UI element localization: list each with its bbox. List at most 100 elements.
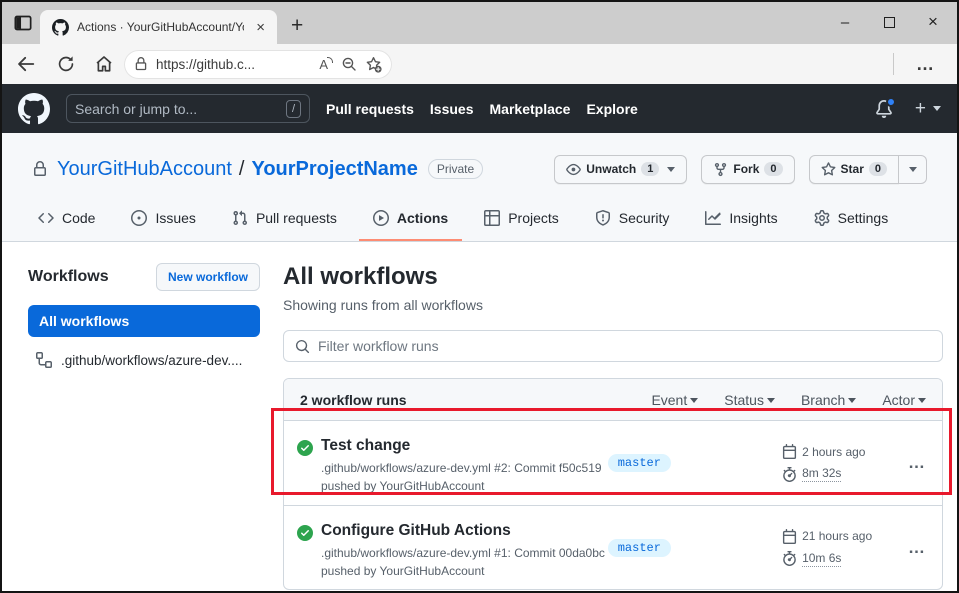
tab-code[interactable]: Code [24,204,109,241]
browser-toolbar: https://github.c... A … [2,44,957,84]
runs-table-header: 2 workflow runs Event Status Branch Acto… [284,379,942,421]
chevron-down-icon [933,106,941,111]
read-aloud-icon[interactable]: A [319,57,333,72]
create-new-menu[interactable]: + [915,98,941,120]
github-nav: Pull requests Issues Marketplace Explore [326,101,638,117]
tab-settings[interactable]: Settings [800,204,903,241]
maximize-button[interactable] [867,2,911,42]
tab-projects[interactable]: Projects [470,204,573,241]
refresh-icon[interactable] [56,55,76,73]
chevron-down-icon [667,167,675,172]
star-button-group: Star 0 [809,155,927,184]
new-workflow-button[interactable]: New workflow [156,263,260,291]
github-favicon-icon [52,19,69,36]
repo-social-actions: Unwatch 1 Fork 0 Star 0 [554,155,927,184]
search-icon [295,339,310,354]
page-title: All workflows [283,263,943,291]
run-duration: 8m 32s [802,466,841,482]
filter-actor-dropdown[interactable]: Actor [882,392,926,408]
workflow-runs-table: 2 workflow runs Event Status Branch Acto… [283,378,943,590]
run-description: .github/workflows/azure-dev.yml #1: Comm… [321,546,608,560]
repo-owner-link[interactable]: YourGitHubAccount [57,158,232,181]
star-dropdown-button[interactable] [899,155,927,184]
back-icon[interactable] [14,55,38,73]
stopwatch-icon [782,551,797,566]
tab-issues[interactable]: Issues [117,204,209,241]
star-button[interactable]: Star 0 [809,155,899,184]
nav-marketplace[interactable]: Marketplace [490,101,571,117]
project-table-icon [484,210,500,226]
workflows-main: All workflows Showing runs from all work… [283,263,943,590]
home-icon[interactable] [94,55,114,73]
chevron-down-icon [909,167,917,172]
page-content: Workflows New workflow All workflows .gi… [2,242,957,590]
workflows-sidebar: Workflows New workflow All workflows .gi… [2,263,260,590]
filter-workflow-runs-input[interactable] [318,338,931,354]
tab-actions-menu-icon[interactable] [14,14,32,32]
fork-icon [713,162,728,177]
new-tab-button[interactable]: + [291,15,303,36]
code-icon [38,210,54,226]
tab-close-icon[interactable]: × [252,19,269,36]
tab-insights[interactable]: Insights [691,204,791,241]
browser-menu-icon[interactable]: … [906,54,945,75]
tab-actions[interactable]: Actions [359,204,462,241]
sidebar-item-workflow-file[interactable]: .github/workflows/azure-dev.... [28,346,260,374]
chevron-down-icon [767,398,775,403]
fork-button[interactable]: Fork 0 [701,155,794,184]
workflow-icon [36,352,52,368]
play-icon [373,210,389,226]
browser-tab-strip: Actions · YourGitHubAccount/You × + – × [2,2,957,44]
private-lock-icon [32,161,48,177]
github-header-right: + [875,98,941,120]
nav-explore[interactable]: Explore [586,101,637,117]
run-options-kebab-icon[interactable]: … [908,538,926,558]
nav-issues[interactable]: Issues [430,101,474,117]
workflow-run-row[interactable]: Test change .github/workflows/azure-dev.… [284,421,942,505]
minimize-button[interactable]: – [823,2,867,42]
nav-pull-requests[interactable]: Pull requests [326,101,414,117]
maximize-icon [884,17,895,28]
page-subtitle: Showing runs from all workflows [283,297,943,313]
url-text[interactable]: https://github.c... [156,57,311,72]
repo-name-link[interactable]: YourProjectName [251,158,417,181]
branch-badge[interactable]: master [608,454,671,472]
run-title-link[interactable]: Test change [321,437,608,455]
run-time: 21 hours ago [802,529,872,543]
tab-pull-requests[interactable]: Pull requests [218,204,351,241]
sidebar-item-all-workflows[interactable]: All workflows [28,305,260,337]
browser-tab[interactable]: Actions · YourGitHubAccount/You × [40,10,277,44]
github-logo-icon[interactable] [18,93,50,125]
filter-branch-dropdown[interactable]: Branch [801,392,856,408]
run-title-link[interactable]: Configure GitHub Actions [321,522,608,540]
filter-status-dropdown[interactable]: Status [724,392,775,408]
unwatch-button[interactable]: Unwatch 1 [554,155,687,184]
github-search-input[interactable] [75,101,280,117]
add-favorite-icon[interactable] [365,56,382,73]
tab-security[interactable]: Security [581,204,684,241]
notifications-bell-icon[interactable] [875,100,893,118]
plus-icon: + [915,98,926,120]
close-button[interactable]: × [911,2,955,42]
chevron-down-icon [848,398,856,403]
window-controls: – × [823,2,955,42]
chevron-down-icon [918,398,926,403]
branch-badge[interactable]: master [608,539,671,557]
filter-workflow-runs-box[interactable] [283,330,943,362]
run-pushed-by: pushed by YourGitHubAccount [321,479,608,493]
github-search-box[interactable]: / [66,94,310,123]
git-pull-request-icon [232,210,248,226]
zoom-out-icon[interactable] [341,56,357,72]
address-bar[interactable]: https://github.c... A [124,50,392,79]
run-options-kebab-icon[interactable]: … [908,453,926,473]
lock-icon [134,57,148,71]
filter-event-dropdown[interactable]: Event [651,392,698,408]
workflow-run-row[interactable]: Configure GitHub Actions .github/workflo… [284,505,942,589]
check-circle-icon [297,525,313,541]
eye-icon [566,162,581,177]
runs-count-label: 2 workflow runs [300,392,407,408]
watch-count: 1 [641,162,659,176]
star-count: 0 [869,162,887,176]
notification-dot [886,97,896,107]
sidebar-title: Workflows [28,268,109,286]
